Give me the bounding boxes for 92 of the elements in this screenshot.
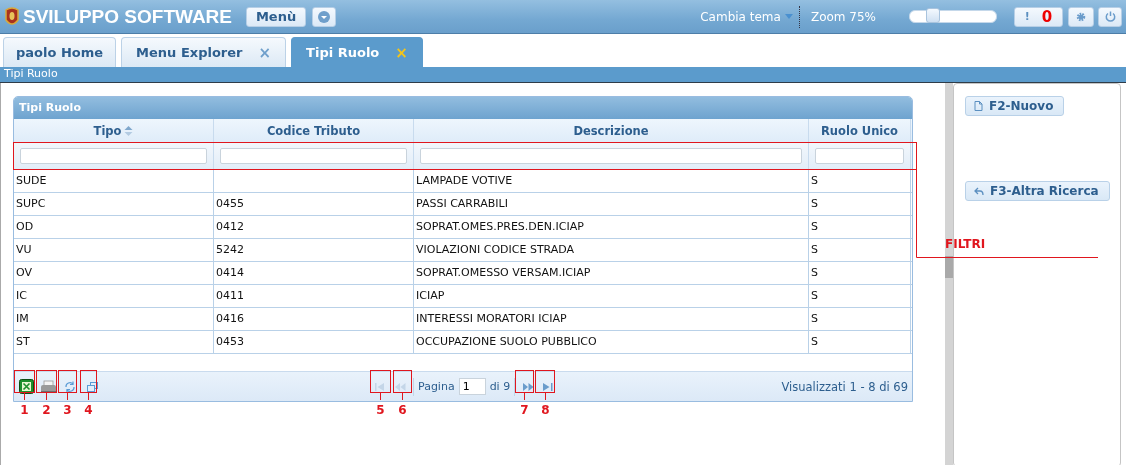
column-header[interactable]: Ruolo Unico: [809, 119, 911, 142]
table-cell: S: [809, 193, 911, 215]
slider-thumb[interactable]: [926, 8, 941, 23]
spreadsheet-icon: [18, 379, 34, 394]
breadcrumb: Tipi Ruolo: [4, 67, 58, 80]
tab[interactable]: Menu Explorer ×: [121, 37, 287, 67]
tab[interactable]: paolo Home: [3, 37, 117, 67]
app-title: SVILUPPO SOFTWARE: [23, 5, 233, 28]
filter-field[interactable]: [220, 148, 407, 164]
callout-box: [80, 370, 97, 401]
table-cell: INTERESSI MORATORI ICIAP: [414, 308, 809, 330]
page-label: Pagina: [418, 380, 455, 393]
table-cell: SUDE: [14, 170, 214, 192]
table-cell: 0416: [214, 308, 414, 330]
document-icon: [974, 101, 983, 111]
callout-number: 5: [376, 403, 385, 417]
table-cell: S: [809, 239, 911, 261]
tab[interactable]: Tipi Ruolo ×: [291, 37, 423, 67]
windows-icon: [86, 381, 98, 392]
menu-button[interactable]: Menù: [246, 6, 307, 27]
skip-start-icon: [375, 382, 385, 391]
table-cell: S: [809, 170, 911, 192]
dropdown-button[interactable]: [312, 6, 337, 27]
side-button[interactable]: F2-Nuovo: [965, 96, 1065, 116]
filter-field[interactable]: [815, 148, 904, 164]
filter-field[interactable]: [420, 148, 802, 164]
table-cell: OCCUPAZIONE SUOLO PUBBLICO: [414, 331, 809, 353]
table-cell: 0412: [214, 216, 414, 238]
zoom-label: Zoom 75%: [810, 9, 876, 24]
printer-icon: [39, 379, 57, 394]
callout-box: [393, 370, 412, 401]
table-cell: 0455: [214, 193, 414, 215]
callout-number: 4: [84, 403, 93, 417]
table-cell: SOPRAT.OMES.PRES.DEN.ICIAP: [414, 216, 809, 238]
grid-title: Tipi Ruolo: [14, 97, 912, 119]
table-cell: IC: [14, 285, 214, 307]
refresh-icon: [64, 380, 76, 393]
table-cell: S: [809, 262, 911, 284]
double-left-arrow-icon: [394, 382, 406, 391]
callout-label: FILTRI: [945, 237, 986, 251]
callout-number: 8: [541, 403, 550, 417]
table-cell: ICIAP: [414, 285, 809, 307]
callout-box: [535, 370, 555, 401]
power-button[interactable]: [1098, 6, 1122, 27]
table-cell: IM: [14, 308, 214, 330]
table-cell: 0414: [214, 262, 414, 284]
column-header[interactable]: Codice Tributo: [214, 119, 414, 142]
table-cell: VU: [14, 239, 214, 261]
double-right-arrow-icon: [522, 382, 534, 391]
alerts-button[interactable]: ! 0: [1014, 6, 1063, 27]
table-cell: 0411: [214, 285, 414, 307]
page-number-field[interactable]: 1: [458, 378, 486, 395]
table-cell: PASSI CARRABILI: [414, 193, 809, 215]
table-cell: S: [809, 308, 911, 330]
skip-end-icon: [543, 382, 554, 391]
caret-down-icon: [784, 14, 793, 19]
return-arrow-icon: [974, 186, 984, 196]
table-cell: S: [809, 285, 911, 307]
callout-number: 6: [398, 403, 407, 417]
gear-icon: [1076, 11, 1086, 22]
callout-box: [370, 370, 391, 401]
table-cell: 0453: [214, 331, 414, 353]
column-header[interactable]: Descrizione: [414, 119, 809, 142]
callout-number: 2: [42, 403, 51, 417]
table-cell: OD: [14, 216, 214, 238]
crest-icon: [5, 5, 19, 28]
power-icon: [1104, 11, 1116, 22]
table-cell: S: [809, 216, 911, 238]
table-cell: OV: [14, 262, 214, 284]
callout-number: 3: [63, 403, 72, 417]
zoom-slider[interactable]: [909, 10, 997, 23]
export-excel-button[interactable]: [17, 377, 35, 396]
table-cell: S: [809, 331, 911, 353]
column-header[interactable]: Tipo: [14, 119, 214, 142]
callout-number: 1: [20, 403, 29, 417]
table-cell: SUPC: [14, 193, 214, 215]
page-count: di 9: [489, 380, 511, 393]
settings-button[interactable]: [1068, 6, 1094, 27]
table-cell: ST: [14, 331, 214, 353]
callout-box: [515, 370, 534, 401]
side-button[interactable]: F3-Altra Ricerca: [965, 181, 1110, 201]
chevron-down-icon: [318, 10, 331, 23]
callout-box: [14, 370, 35, 401]
table-cell: 5242: [214, 239, 414, 261]
callout-box: [58, 370, 77, 401]
table-cell: VIOLAZIONI CODICE STRADA: [414, 239, 809, 261]
callout-box: [36, 370, 57, 401]
table-cell: LAMPADE VOTIVE: [414, 170, 809, 192]
filter-field[interactable]: [20, 148, 207, 164]
table-cell: SOPRAT.OMESSO VERSAM.ICIAP: [414, 262, 809, 284]
record-summary: Visualizzati 1 - 8 di 69: [781, 379, 909, 394]
callout-number: 7: [520, 403, 529, 417]
